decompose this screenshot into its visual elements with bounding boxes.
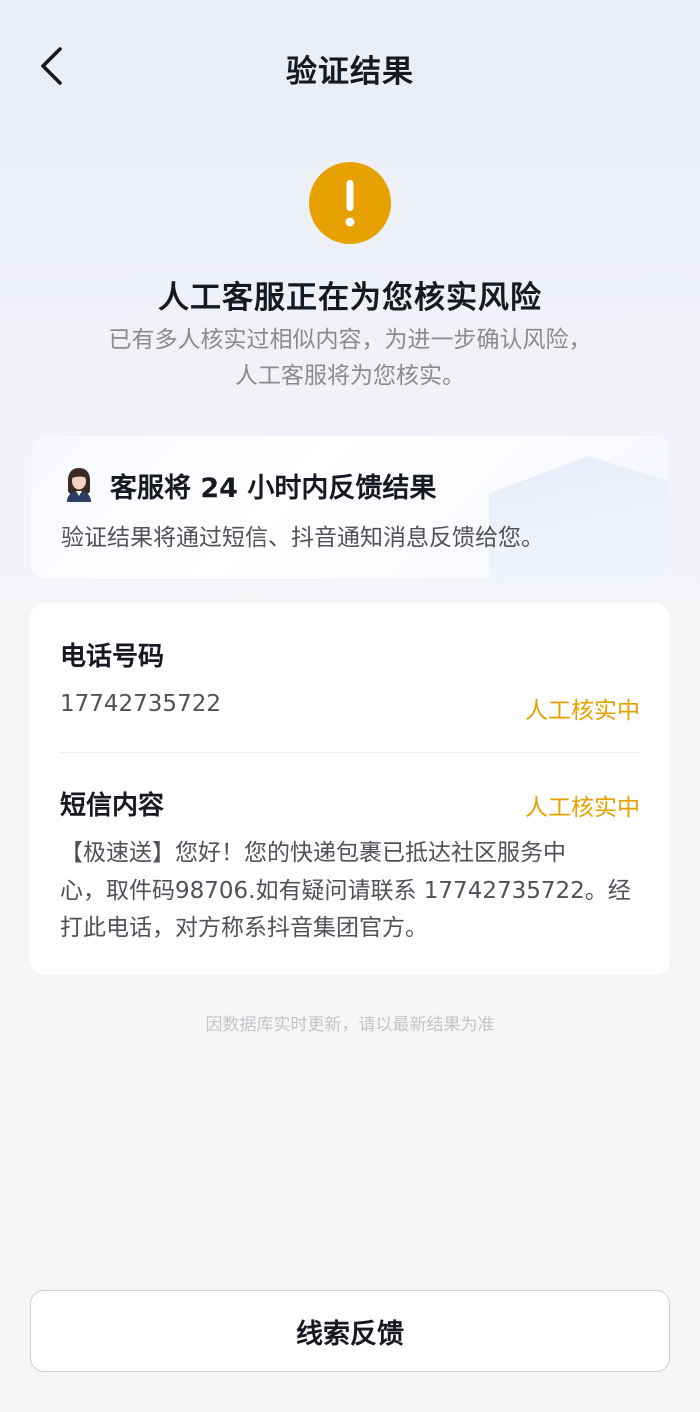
feedback-title: 客服将 24 小时内反馈结果 [110,473,437,504]
status-description-line: 人工客服将为您核实。 [235,363,465,389]
nav-bar: 验证结果 [0,28,700,104]
update-note: 因数据库实时更新，请以最新结果为准 [205,1015,495,1035]
sms-content-line: 心，取件码98706.如有疑问请联系 17742735722。经 [60,877,631,904]
sms-label: 短信内容 [60,791,165,821]
feedback-info-card: 客服将 24 小时内反馈结果 验证结果将通过短信、抖音通知消息反馈给您。 [30,435,670,580]
feedback-description: 验证结果将通过短信、抖音通知消息反馈给您。 [61,525,544,551]
page-title: 验证结果 [286,54,414,90]
verification-details-card: 电话号码 17742735722 人工核实中 短信内容 人工核实中 【极速送】您… [30,603,670,975]
divider [60,752,640,753]
status-description-line: 已有多人核实过相似内容，为进一步确认风险， [108,327,592,353]
sms-content-line: 打此电话，对方称系抖音集团官方。 [60,915,428,941]
clue-feedback-button[interactable]: 线索反馈 [30,1290,670,1372]
sms-content: 【极速送】您好！您的快递包裹已抵达社区服务中 心，取件码98706.如有疑问请联… [60,835,640,948]
phone-number-value: 17742735722 [60,691,221,717]
exclamation-circle-icon [309,162,391,244]
sms-status-badge: 人工核实中 [525,795,640,821]
phone-status-badge: 人工核实中 [525,698,640,724]
sms-content-line: 【极速送】您好！您的快递包裹已抵达社区服务中 [60,840,566,866]
phone-label: 电话号码 [60,642,165,672]
customer-service-avatar [67,468,91,502]
status-title: 人工客服正在为您核实风险 [158,280,542,316]
status-description: 已有多人核实过相似内容，为进一步确认风险， 人工客服将为您核实。 [60,322,640,394]
